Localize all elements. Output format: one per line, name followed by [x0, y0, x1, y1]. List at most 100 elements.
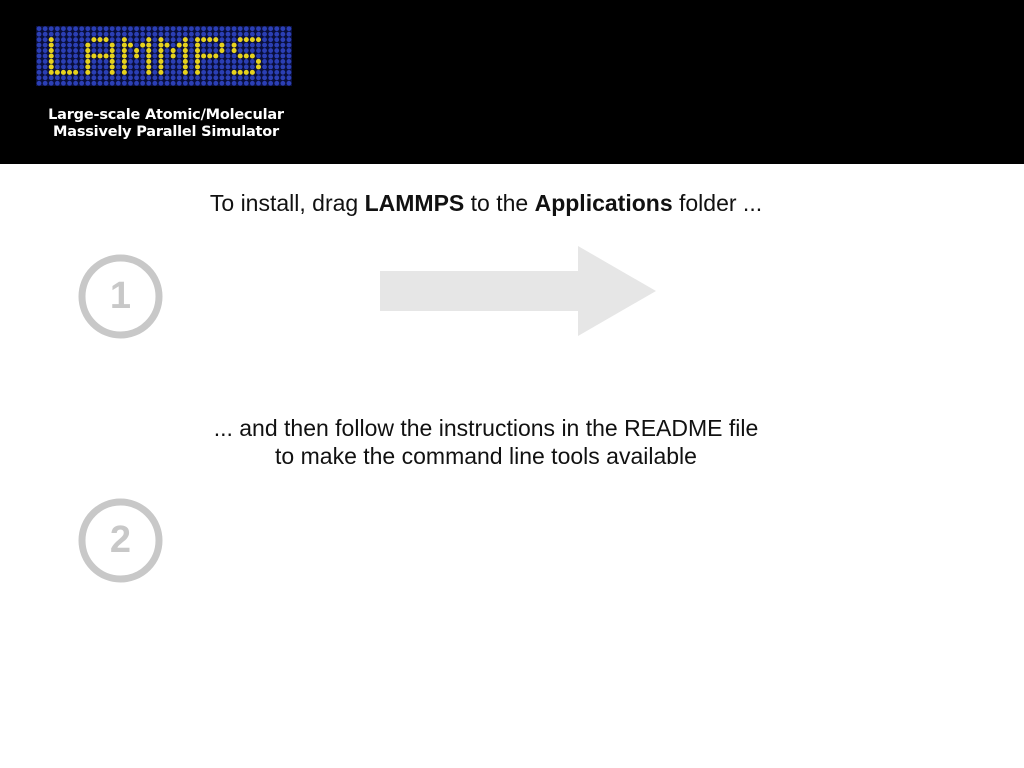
logo-grid-dot [79, 37, 85, 43]
logo-grid-dot [152, 53, 158, 59]
logo-grid-dot [73, 59, 79, 64]
logo-grid-dot [158, 26, 164, 32]
logo-grid-dot [128, 48, 133, 53]
logo-grid-dot [201, 31, 207, 37]
step-1-text-a: To install, drag [209, 190, 365, 216]
logo-grid-dot [243, 48, 249, 53]
logo-grid-dot [42, 31, 48, 37]
logo-letter-dot [109, 69, 115, 75]
logo-grid-dot [115, 53, 121, 59]
logo-grid-dot [262, 37, 267, 43]
logo-grid-dot [73, 80, 79, 86]
logo-letter-dot [182, 58, 188, 64]
logo-grid-dot [237, 42, 243, 48]
logo-grid-dot [128, 80, 133, 86]
logo-letter-dot [158, 53, 164, 59]
logo-grid-dot [280, 26, 286, 32]
logo-grid-dot [140, 75, 146, 81]
logo-letter-dot [182, 69, 188, 75]
logo-grid-dot [36, 48, 42, 53]
logo-grid-dot [286, 48, 292, 53]
logo-grid-dot [140, 69, 146, 75]
logo-grid-dot [286, 37, 292, 43]
logo-grid-dot [158, 80, 164, 86]
logo-grid-dot [286, 26, 292, 32]
logo-grid-dot [262, 48, 267, 53]
logo-letter-dot [243, 37, 249, 43]
logo-letter-dot [195, 48, 201, 54]
logo-grid-dot [207, 64, 213, 70]
logo-grid-dot [182, 75, 188, 81]
logo-letter-dot [231, 69, 237, 75]
logo-grid-dot [103, 59, 109, 64]
logo-grid-dot [103, 75, 109, 81]
logo-grid-dot [256, 26, 261, 32]
logo-grid-dot [79, 75, 85, 81]
logo-grid-dot [97, 42, 103, 48]
logo-grid-dot [54, 75, 60, 81]
logo-grid-dot [128, 53, 133, 59]
logo-grid-dot [146, 31, 152, 37]
logo-letter-dot [182, 48, 188, 54]
logo-grid-dot [176, 59, 182, 64]
step-1-instruction: To install, drag LAMMPS to the Applicati… [130, 189, 842, 217]
logo-grid-dot [249, 48, 255, 53]
step-2-instruction: ... and then follow the instructions in … [130, 414, 842, 470]
logo-grid-dot [225, 64, 231, 70]
logo-grid-dot [42, 37, 48, 43]
logo-grid-dot [237, 64, 243, 70]
logo-grid-dot [91, 26, 97, 32]
logo-letter-dot [243, 53, 249, 59]
logo-grid-dot [189, 59, 194, 64]
logo-letter-dot [213, 37, 219, 43]
step-2-badge: 2 [78, 498, 163, 583]
logo-grid-dot [231, 37, 237, 43]
logo-letter-dot [121, 69, 127, 75]
logo-letter-dot [237, 53, 243, 59]
logo-grid-dot [219, 69, 225, 75]
logo-letter-dot [201, 53, 207, 59]
logo-grid-dot [286, 31, 292, 37]
logo-letter-dot [48, 48, 54, 54]
logo-letter-dot [255, 64, 261, 70]
logo-grid-dot [48, 80, 54, 86]
step-2-line-1: ... and then follow the instructions in … [213, 415, 759, 441]
logo-grid-dot [36, 53, 42, 59]
logo-grid-dot [67, 59, 72, 64]
logo-letter-dot [134, 53, 140, 59]
logo-grid-dot [213, 59, 219, 64]
logo-grid-dot [268, 48, 274, 53]
logo-grid-dot [79, 64, 85, 70]
logo-letter-dot [231, 48, 237, 54]
logo-letter-dot [182, 42, 188, 48]
logo-grid-dot [67, 26, 72, 32]
step-1-badge: 1 [78, 254, 163, 339]
logo-grid-dot [243, 80, 249, 86]
logo-grid-dot [54, 37, 60, 43]
logo-grid-dot [134, 37, 139, 43]
logo-letter-dot [207, 53, 213, 59]
logo-grid-dot [176, 75, 182, 81]
logo-grid-dot [134, 31, 139, 37]
tagline-line-2: Massively Parallel Simulator [53, 124, 279, 140]
logo-grid-dot [152, 31, 158, 37]
logo-grid-dot [219, 64, 225, 70]
logo-grid-dot [164, 31, 170, 37]
logo-grid-dot [115, 37, 121, 43]
logo-grid-dot [201, 42, 207, 48]
logo-letter-dot [85, 53, 91, 59]
logo-grid-dot [286, 80, 292, 86]
logo-letter-dot [140, 42, 146, 48]
logo-grid-dot [36, 64, 42, 70]
logo-grid-dot [219, 59, 225, 64]
logo-grid-dot [152, 42, 158, 48]
logo-letter-dot [195, 53, 201, 59]
logo-grid-dot [42, 48, 48, 53]
logo-grid-dot [256, 48, 261, 53]
logo-letter-dot [182, 53, 188, 59]
step-2-number: 2 [109, 519, 132, 561]
logo-grid-dot [195, 31, 200, 37]
logo-grid-dot [268, 42, 274, 48]
logo-grid-dot [79, 48, 85, 53]
logo-letter-dot [158, 42, 164, 48]
